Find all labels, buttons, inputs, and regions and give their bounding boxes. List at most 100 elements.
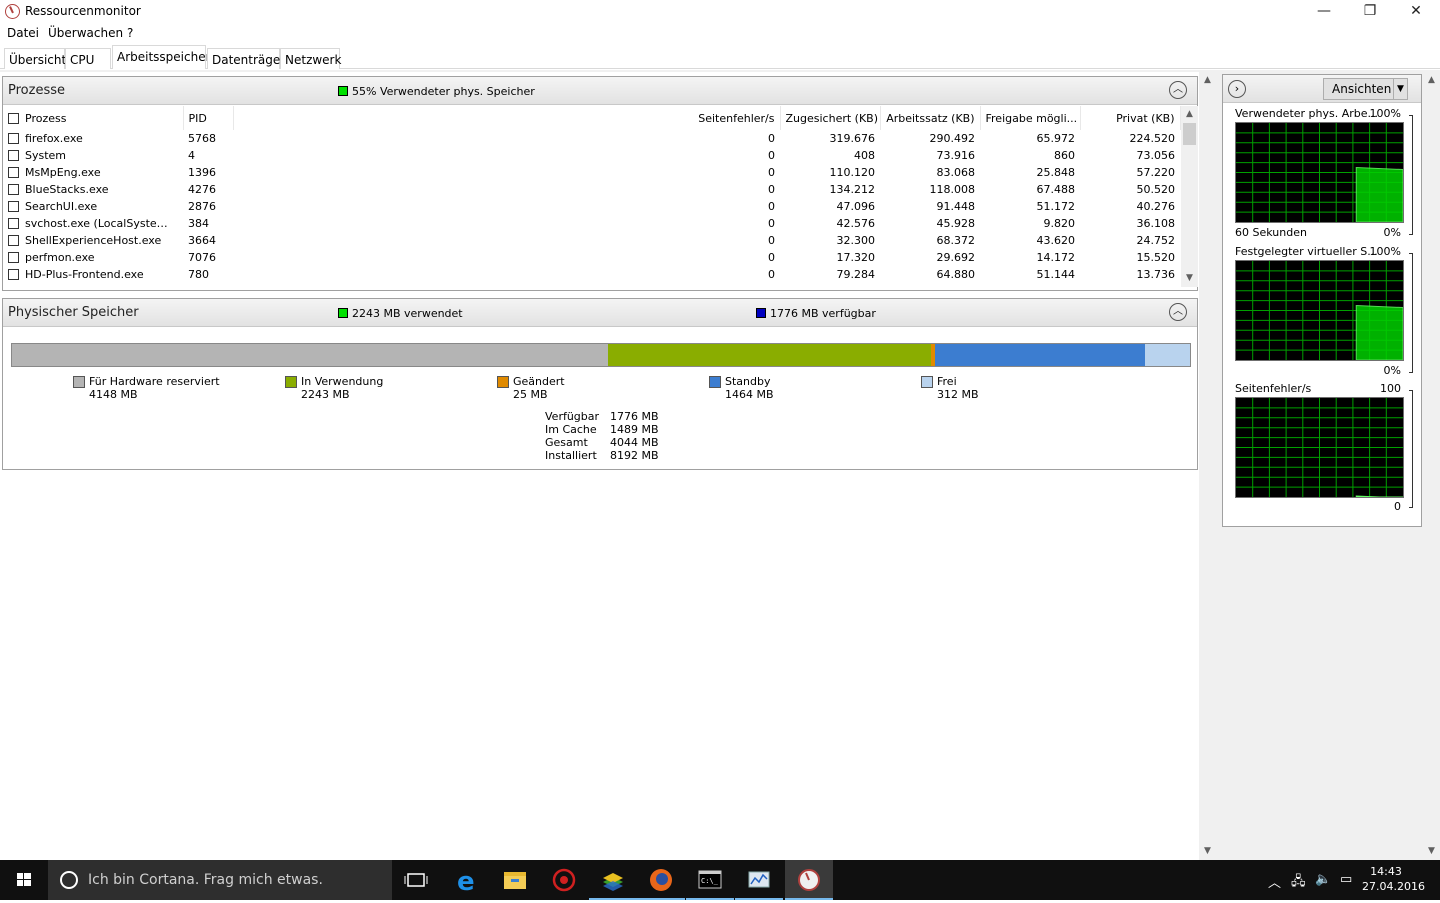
views-button[interactable]: Ansichten ▼ bbox=[1323, 78, 1408, 100]
physical-memory-header[interactable]: Physischer Speicher 2243 MB verwendet 17… bbox=[3, 299, 1197, 327]
hard-faults-cell: 0 bbox=[768, 132, 775, 145]
resource-monitor-taskbar-button[interactable] bbox=[785, 860, 833, 900]
col-private[interactable]: Privat (KB) bbox=[1080, 106, 1181, 130]
process-name: HD-Plus-Frontend.exe bbox=[25, 268, 144, 281]
col-commit[interactable]: Zugesichert (KB) bbox=[780, 106, 881, 130]
right-scrollbar[interactable]: ▲ ▼ bbox=[1423, 72, 1440, 860]
col-process[interactable]: Prozess bbox=[3, 106, 184, 130]
row-checkbox[interactable] bbox=[8, 235, 19, 246]
table-row[interactable]: perfmon.exe 7076 0 17.320 29.692 14.172 15.520 bbox=[3, 249, 1180, 266]
private-cell: 224.520 bbox=[1129, 132, 1176, 145]
table-row[interactable]: System 4 0 408 73.916 860 73.056 bbox=[3, 147, 1180, 164]
table-row[interactable]: HD-Plus-Frontend.exe 780 0 79.284 64.880 51.1… bbox=[3, 266, 1180, 283]
select-all-checkbox[interactable] bbox=[8, 112, 19, 124]
shareable-cell: 67.488 bbox=[1036, 183, 1076, 196]
explorer-taskbar-button[interactable] bbox=[491, 860, 539, 900]
pid-cell: 5768 bbox=[188, 132, 216, 145]
row-checkbox[interactable] bbox=[8, 252, 19, 263]
tab-memory[interactable]: Arbeitsspeicher bbox=[112, 45, 211, 69]
commit-cell: 110.120 bbox=[829, 166, 876, 179]
menu-help[interactable]: ? bbox=[127, 26, 133, 40]
processes-title: Prozesse bbox=[8, 83, 65, 98]
expand-chevron-icon[interactable]: › bbox=[1228, 80, 1246, 98]
shareable-cell: 14.172 bbox=[1036, 251, 1076, 264]
table-row[interactable]: ShellExperienceHost.exe 3664 0 32.300 68.372… bbox=[3, 232, 1180, 249]
network-icon[interactable]: 🖧 bbox=[1291, 872, 1306, 894]
col-process-label: Prozess bbox=[25, 111, 67, 125]
process-name-cell: perfmon.exe bbox=[3, 249, 183, 266]
table-row[interactable]: svchost.exe (LocalSystemNet... 384 0 42.576… bbox=[3, 215, 1180, 232]
taskbar: Ich bin Cortana. Frag mich etwas. e C:\_… bbox=[0, 860, 1440, 900]
stat-label: Verfügbar bbox=[545, 410, 600, 423]
perfmon-taskbar-button[interactable] bbox=[735, 860, 783, 900]
row-checkbox[interactable] bbox=[8, 167, 19, 178]
working-set-cell: 91.448 bbox=[936, 200, 976, 213]
close-button[interactable]: ✕ bbox=[1393, 0, 1439, 24]
legend-item: Frei 312 MB bbox=[921, 375, 979, 401]
notification-icon[interactable]: ▭ bbox=[1340, 872, 1352, 887]
row-checkbox[interactable] bbox=[8, 150, 19, 161]
stat-label: Im Cache bbox=[545, 423, 597, 436]
scroll-down-icon[interactable]: ▼ bbox=[1181, 270, 1198, 287]
col-working-set[interactable]: Arbeitssatz (KB) bbox=[880, 106, 981, 130]
hard-faults-cell: 0 bbox=[768, 200, 775, 213]
scroll-down-icon[interactable]: ▼ bbox=[1199, 843, 1216, 860]
scroll-up-icon[interactable]: ▲ bbox=[1181, 106, 1198, 123]
col-pid[interactable]: PID bbox=[183, 106, 234, 130]
table-row[interactable]: BlueStacks.exe 4276 0 134.212 118.008 67.488 5… bbox=[3, 181, 1180, 198]
shareable-cell: 860 bbox=[1054, 149, 1075, 162]
table-row[interactable]: firefox.exe 5768 0 319.676 290.492 65.972 224.… bbox=[3, 130, 1180, 147]
task-view-button[interactable] bbox=[392, 860, 440, 900]
cortana-search-box[interactable]: Ich bin Cortana. Frag mich etwas. bbox=[48, 860, 392, 900]
row-checkbox[interactable] bbox=[8, 133, 19, 144]
process-name: System bbox=[25, 149, 67, 162]
dropdown-arrow-icon[interactable]: ▼ bbox=[1393, 79, 1407, 99]
private-cell: 15.520 bbox=[1136, 251, 1176, 264]
game-app-icon bbox=[552, 868, 576, 892]
console-icon: C:\_ bbox=[698, 870, 722, 889]
restore-button[interactable]: ❐ bbox=[1347, 0, 1393, 24]
col-hard-faults[interactable]: Seitenfehler/s bbox=[233, 106, 781, 130]
menu-file[interactable]: Datei bbox=[7, 26, 39, 40]
menu-monitor[interactable]: Überwachen bbox=[48, 26, 123, 40]
folder-icon bbox=[504, 872, 526, 889]
scroll-up-icon[interactable]: ▲ bbox=[1423, 72, 1440, 89]
scroll-down-icon[interactable]: ▼ bbox=[1423, 843, 1440, 860]
minimize-button[interactable]: — bbox=[1301, 0, 1347, 24]
clock-time: 14:43 bbox=[1370, 865, 1402, 878]
tab-cpu[interactable]: CPU bbox=[65, 48, 111, 69]
windows-logo-icon bbox=[17, 873, 31, 886]
graph-min-label: 0 bbox=[1394, 500, 1401, 513]
edge-icon: e bbox=[457, 867, 475, 897]
row-checkbox[interactable] bbox=[8, 269, 19, 280]
process-name-cell: System bbox=[3, 147, 183, 164]
collapse-processes-button[interactable]: ︿ bbox=[1169, 81, 1187, 99]
col-shareable[interactable]: Freigabe mögli... bbox=[980, 106, 1081, 130]
console-taskbar-button[interactable]: C:\_ bbox=[686, 860, 734, 900]
scroll-up-icon[interactable]: ▲ bbox=[1199, 72, 1216, 89]
commit-cell: 17.320 bbox=[836, 251, 876, 264]
row-checkbox[interactable] bbox=[8, 184, 19, 195]
volume-icon[interactable]: 🔈 bbox=[1315, 872, 1331, 887]
table-row[interactable]: MsMpEng.exe 1396 0 110.120 83.068 25.848 57.22… bbox=[3, 164, 1180, 181]
show-hidden-icons-icon[interactable]: ︿ bbox=[1268, 872, 1281, 891]
game-app-taskbar-button[interactable] bbox=[540, 860, 588, 900]
start-button[interactable] bbox=[0, 860, 48, 900]
collapse-physical-button[interactable]: ︿ bbox=[1169, 303, 1187, 321]
row-checkbox[interactable] bbox=[8, 218, 19, 229]
table-row[interactable]: SearchUI.exe 2876 0 47.096 91.448 51.172 40.27… bbox=[3, 198, 1180, 215]
processes-panel: Prozesse 55% Verwendeter phys. Speicher … bbox=[2, 76, 1198, 291]
clock[interactable]: 14:43 27.04.2016 bbox=[1362, 864, 1425, 894]
process-scrollbar[interactable]: ▲ ▼ bbox=[1181, 106, 1198, 287]
row-checkbox[interactable] bbox=[8, 201, 19, 212]
bluestacks-taskbar-button[interactable] bbox=[589, 860, 637, 900]
tab-disk[interactable]: Datenträger bbox=[207, 48, 285, 69]
processes-header[interactable]: Prozesse 55% Verwendeter phys. Speicher … bbox=[3, 77, 1197, 105]
performance-monitor-icon bbox=[748, 871, 770, 888]
edge-taskbar-button[interactable]: e bbox=[443, 860, 491, 900]
scroll-thumb[interactable] bbox=[1183, 123, 1196, 145]
firefox-taskbar-button[interactable] bbox=[637, 860, 685, 900]
tab-overview[interactable]: Übersicht bbox=[4, 48, 66, 69]
main-scrollbar[interactable]: ▲ ▼ bbox=[1199, 72, 1216, 860]
tab-network[interactable]: Netzwerk bbox=[280, 48, 341, 69]
